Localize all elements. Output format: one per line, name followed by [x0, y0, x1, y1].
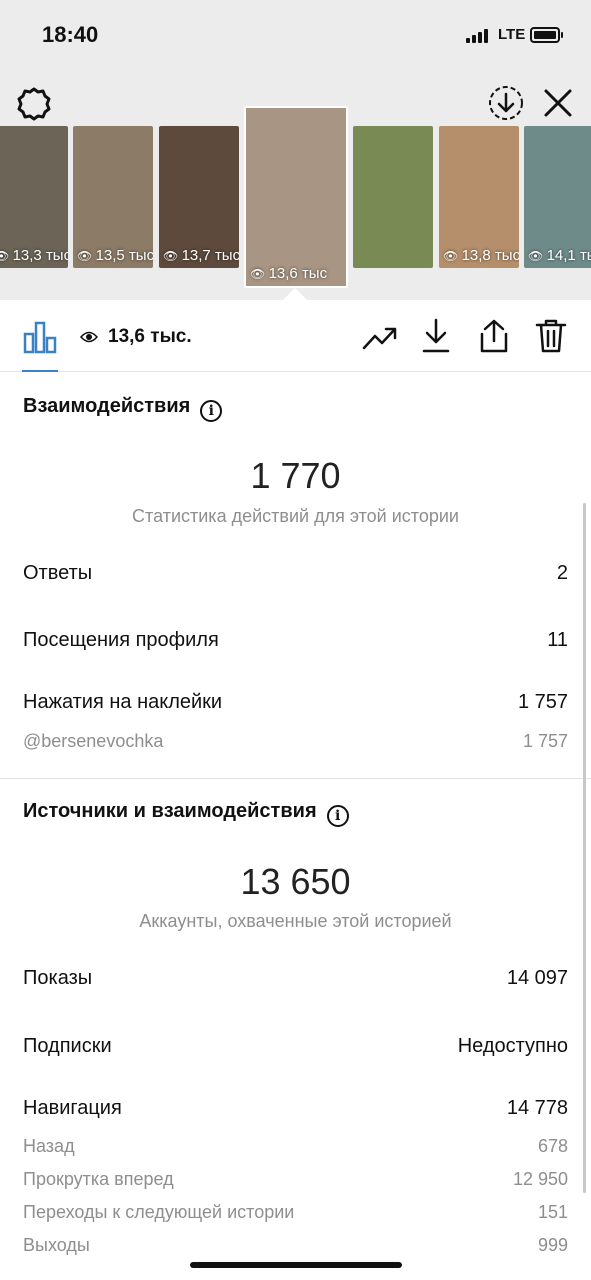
- nav-row-back: Назад 678: [23, 1136, 568, 1156]
- nav-row-forward: Прокрутка вперед 12 950: [23, 1169, 568, 1189]
- trash-icon[interactable]: [535, 318, 567, 354]
- interactions-caption: Статистика действий для этой истории: [132, 506, 459, 526]
- stat-row-sticker-mention: @bersenevochka 1 757: [23, 731, 568, 751]
- insights-toolbar: 13,6 тыс.: [0, 300, 591, 372]
- status-time: 18:40: [42, 22, 99, 47]
- info-icon[interactable]: i: [200, 400, 223, 422]
- story-thumbnail[interactable]: 13,8 тыс: [439, 126, 519, 268]
- discovery-section-title: Источники и взаимодействия i: [23, 800, 349, 827]
- story-thumbnail[interactable]: 13,7 тыс: [159, 126, 239, 268]
- discovery-total: 13 650: [240, 861, 351, 902]
- active-thumbnail-pointer: [283, 288, 307, 300]
- stat-row-follows: Подписки Недоступно: [23, 1035, 568, 1057]
- stat-row-sticker-taps: Нажатия на наклейки 1 757: [23, 691, 568, 713]
- story-thumbnail[interactable]: 13,5 тыс: [73, 126, 153, 268]
- stat-row-navigation: Навигация 14 778: [23, 1097, 568, 1119]
- story-thumbnail[interactable]: 14,1 тыс: [524, 126, 591, 268]
- stat-row-profile-visits: Посещения профиля 11: [23, 629, 568, 651]
- active-tab-indicator: [22, 370, 58, 372]
- story-preview-area: 18:40 LTE 13,3 тыс 13,5 тыс 13,7 тыс 13,…: [0, 0, 591, 300]
- nav-row-exits: Выходы 999: [23, 1235, 568, 1255]
- nav-row-next-story: Переходы к следующей истории 151: [23, 1202, 568, 1222]
- trending-icon[interactable]: [362, 324, 398, 352]
- settings-gear-icon[interactable]: [16, 86, 52, 122]
- close-icon[interactable]: [542, 87, 574, 119]
- scrollbar[interactable]: [583, 503, 586, 1193]
- eye-icon: [80, 331, 98, 343]
- bar-chart-icon[interactable]: [23, 320, 57, 354]
- signal-icon: [466, 29, 490, 43]
- battery-icon: [530, 27, 563, 43]
- stat-row-replies: Ответы 2: [23, 562, 568, 584]
- story-thumbnail[interactable]: 13,3 тыс: [0, 126, 68, 268]
- status-bar: 18:40 LTE: [0, 0, 591, 70]
- share-icon[interactable]: [478, 318, 510, 354]
- info-icon[interactable]: i: [326, 805, 349, 827]
- network-type: LTE: [498, 26, 526, 43]
- home-indicator[interactable]: [190, 1262, 402, 1268]
- interactions-total: 1 770: [250, 455, 341, 496]
- section-divider: [0, 778, 591, 779]
- download-icon[interactable]: [422, 318, 450, 354]
- story-thumbnail-active[interactable]: 13,6 тыс: [244, 106, 348, 288]
- views-count: 13,6 тыс.: [108, 326, 192, 347]
- story-thumbnail[interactable]: [353, 126, 433, 268]
- stat-row-impressions: Показы 14 097: [23, 967, 568, 989]
- interactions-section-title: Взаимодействия i: [23, 395, 223, 422]
- story-thumbnail-strip[interactable]: 13,3 тыс 13,5 тыс 13,7 тыс 13,6 тыс 13,8…: [0, 106, 591, 288]
- discovery-caption: Аккаунты, охваченные этой историей: [139, 911, 452, 931]
- save-download-icon[interactable]: [487, 84, 525, 122]
